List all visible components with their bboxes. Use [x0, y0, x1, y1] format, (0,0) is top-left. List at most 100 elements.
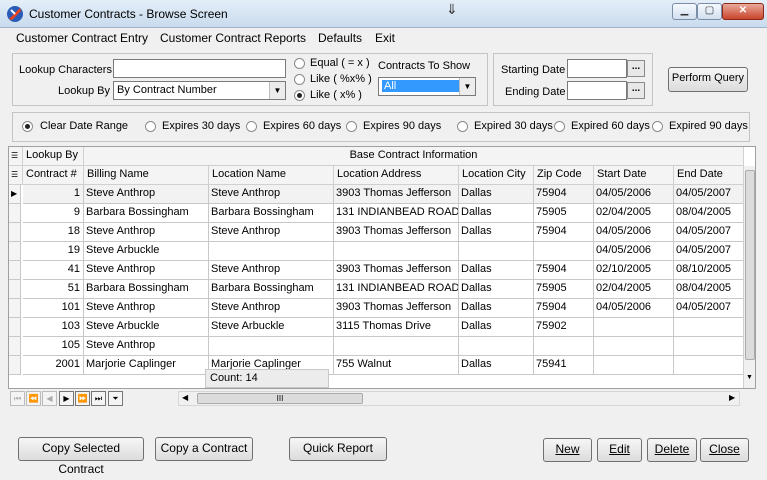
- date-range-expires-30-radio[interactable]: [145, 121, 156, 132]
- col-location-city-cell[interactable]: [459, 337, 534, 356]
- menu-defaults[interactable]: Defaults: [318, 31, 362, 45]
- col-billing-name-cell[interactable]: Steve Anthrop: [84, 337, 209, 356]
- row-selector[interactable]: [9, 356, 21, 375]
- col-location-address-cell[interactable]: 3903 Thomas Jefferson: [334, 185, 459, 204]
- col-end-date-cell[interactable]: 08/10/2005: [674, 261, 744, 280]
- lookup-by-select[interactable]: By Contract Number ▼: [113, 81, 286, 100]
- scroll-right-icon[interactable]: ▶: [729, 393, 735, 402]
- copy-selected-contract-button[interactable]: Copy Selected Contract: [18, 437, 144, 476]
- copy-a-contract-button[interactable]: Copy a Contract: [155, 437, 253, 461]
- filter-icon[interactable]: ⏷: [108, 391, 123, 406]
- col-zip-code-cell[interactable]: 75904: [534, 261, 594, 280]
- contracts-grid[interactable]: ☰ Lookup By Base Contract Information ☰ …: [8, 146, 756, 389]
- col-start-date-cell[interactable]: 02/04/2005: [594, 204, 674, 223]
- col-contract-number-cell[interactable]: 19: [23, 242, 84, 261]
- first-record-icon[interactable]: ⏮: [10, 391, 25, 406]
- col-location-city-cell[interactable]: Dallas: [459, 204, 534, 223]
- col-end-date-cell[interactable]: [674, 337, 744, 356]
- menu-exit[interactable]: Exit: [375, 31, 395, 45]
- menu-customer-contract-reports[interactable]: Customer Contract Reports: [160, 31, 306, 45]
- date-range-expires-60-radio[interactable]: [246, 121, 257, 132]
- col-location-name-cell[interactable]: [209, 242, 334, 261]
- col-end-date-cell[interactable]: 04/05/2007: [674, 185, 744, 204]
- col-billing-name-cell[interactable]: Steve Arbuckle: [84, 242, 209, 261]
- maximize-button[interactable]: ▢: [697, 3, 722, 20]
- col-end-date-cell[interactable]: [674, 356, 744, 375]
- match-like-contains-radio[interactable]: [294, 74, 305, 85]
- col-billing-name-cell[interactable]: Steve Anthrop: [84, 299, 209, 318]
- date-range-expires-90-radio[interactable]: [346, 121, 357, 132]
- col-zip-code-cell[interactable]: [534, 337, 594, 356]
- col-zip-code-cell[interactable]: 75904: [534, 299, 594, 318]
- col-start-date-cell[interactable]: 04/05/2006: [594, 223, 674, 242]
- col-start-date-cell[interactable]: [594, 356, 674, 375]
- col-zip-code-header[interactable]: Zip Code: [534, 166, 594, 185]
- col-zip-code-cell[interactable]: 75905: [534, 204, 594, 223]
- starting-date-input[interactable]: [567, 59, 627, 78]
- col-location-name-cell[interactable]: Barbara Bossingham: [209, 280, 334, 299]
- quick-report-button[interactable]: Quick Report: [289, 437, 387, 461]
- col-billing-name-cell[interactable]: Steve Anthrop: [84, 223, 209, 242]
- match-like-starts-radio[interactable]: [294, 90, 305, 101]
- col-start-date-cell[interactable]: 04/05/2006: [594, 242, 674, 261]
- col-contract-number-header[interactable]: Contract #: [23, 166, 84, 185]
- grid-horizontal-scrollbar[interactable]: ◀ III ▶: [178, 391, 740, 406]
- menu-customer-contract-entry[interactable]: Customer Contract Entry: [16, 31, 148, 45]
- contracts-to-show-select[interactable]: All ▼: [378, 77, 476, 96]
- col-location-name-cell[interactable]: [209, 337, 334, 356]
- perform-query-button[interactable]: Perform Query: [668, 67, 748, 92]
- col-location-address-cell[interactable]: [334, 337, 459, 356]
- row-selector[interactable]: [9, 280, 21, 299]
- row-selector[interactable]: [9, 242, 21, 261]
- col-location-address-cell[interactable]: 3115 Thomas Drive: [334, 318, 459, 337]
- col-start-date-cell[interactable]: 04/05/2006: [594, 299, 674, 318]
- row-selector[interactable]: [9, 261, 21, 280]
- col-location-name-cell[interactable]: Steve Anthrop: [209, 261, 334, 280]
- starting-date-picker-button[interactable]: ...: [627, 60, 645, 77]
- col-location-city-cell[interactable]: Dallas: [459, 223, 534, 242]
- scroll-left-icon[interactable]: ◀: [182, 393, 188, 402]
- col-location-address-cell[interactable]: 3903 Thomas Jefferson: [334, 299, 459, 318]
- row-selector[interactable]: [9, 299, 21, 318]
- last-record-icon[interactable]: ⏭: [91, 391, 106, 406]
- chevron-down-icon[interactable]: ▼: [459, 78, 475, 95]
- col-zip-code-cell[interactable]: 75904: [534, 185, 594, 204]
- date-range-clear-radio[interactable]: [22, 121, 33, 132]
- col-location-name-cell[interactable]: Steve Arbuckle: [209, 318, 334, 337]
- col-start-date-cell[interactable]: [594, 318, 674, 337]
- col-end-date-header[interactable]: End Date: [674, 166, 744, 185]
- col-end-date-cell[interactable]: 04/05/2007: [674, 242, 744, 261]
- row-selector[interactable]: [9, 337, 21, 356]
- col-contract-number-cell[interactable]: 18: [23, 223, 84, 242]
- col-contract-number-cell[interactable]: 101: [23, 299, 84, 318]
- minimize-button[interactable]: ▁: [672, 3, 697, 20]
- horizontal-scroll-thumb[interactable]: III: [197, 393, 363, 404]
- grid-vertical-scrollbar[interactable]: ▼: [743, 166, 755, 388]
- col-location-name-cell[interactable]: Steve Anthrop: [209, 223, 334, 242]
- col-start-date-cell[interactable]: 04/05/2006: [594, 185, 674, 204]
- col-location-city-cell[interactable]: Dallas: [459, 280, 534, 299]
- col-start-date-cell[interactable]: 02/10/2005: [594, 261, 674, 280]
- col-location-name-cell[interactable]: Barbara Bossingham: [209, 204, 334, 223]
- row-selector[interactable]: [9, 318, 21, 337]
- col-location-city-cell[interactable]: Dallas: [459, 356, 534, 375]
- col-location-city-cell[interactable]: Dallas: [459, 318, 534, 337]
- scroll-down-icon[interactable]: ▼: [746, 374, 753, 381]
- col-billing-name-cell[interactable]: Marjorie Caplinger: [84, 356, 209, 375]
- col-location-address-cell[interactable]: 755 Walnut: [334, 356, 459, 375]
- col-contract-number-cell[interactable]: 105: [23, 337, 84, 356]
- col-location-city-cell[interactable]: [459, 242, 534, 261]
- row-selector[interactable]: [9, 204, 21, 223]
- col-end-date-cell[interactable]: 08/04/2005: [674, 204, 744, 223]
- grid-columns-icon[interactable]: ☰: [9, 166, 23, 185]
- col-contract-number-cell[interactable]: 103: [23, 318, 84, 337]
- next-record-icon[interactable]: ▶: [59, 391, 74, 406]
- col-location-name-header[interactable]: Location Name: [209, 166, 334, 185]
- edit-button[interactable]: Edit: [597, 438, 642, 462]
- date-range-expired-90-radio[interactable]: [652, 121, 663, 132]
- col-start-date-cell[interactable]: 02/04/2005: [594, 280, 674, 299]
- close-button[interactable]: Close: [700, 438, 749, 462]
- row-selector[interactable]: ▶: [9, 185, 21, 204]
- col-billing-name-cell[interactable]: Barbara Bossingham: [84, 204, 209, 223]
- ending-date-picker-button[interactable]: ...: [627, 82, 645, 99]
